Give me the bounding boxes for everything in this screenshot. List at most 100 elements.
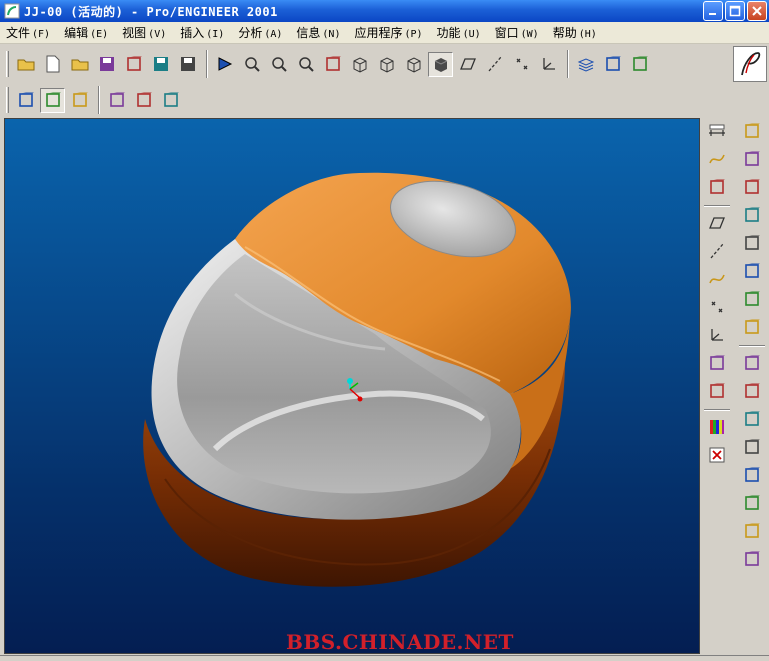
offset-button[interactable] xyxy=(704,378,730,404)
sweep-button[interactable] xyxy=(739,434,765,460)
datum-point-display-button[interactable] xyxy=(509,52,534,77)
spin-center-button[interactable] xyxy=(13,88,38,113)
datum-curve-button[interactable] xyxy=(704,266,730,292)
menu-item-accelerator: (H) xyxy=(578,29,597,40)
save-copy-button[interactable] xyxy=(175,52,200,77)
color-appearance-button[interactable] xyxy=(704,414,730,440)
toolbar-grip[interactable] xyxy=(6,87,9,113)
windows-button[interactable] xyxy=(627,52,652,77)
menu-item-accelerator: (P) xyxy=(404,29,423,40)
sketch-button[interactable] xyxy=(131,88,156,113)
title-bar[interactable]: JJ-00 (活动的) - Pro/ENGINEER 2001 xyxy=(0,0,769,22)
shell-icon xyxy=(744,263,760,278)
no-hidden-icon xyxy=(407,57,420,73)
menu-item[interactable]: 窗口 (W) xyxy=(495,24,539,41)
hole-button[interactable] xyxy=(739,286,765,312)
save-as-window-button[interactable] xyxy=(94,52,119,77)
sketched-curve-button[interactable] xyxy=(704,146,730,172)
toolbar-separator xyxy=(738,345,765,347)
proe-app-icon xyxy=(4,3,20,19)
extrude-button[interactable] xyxy=(739,118,765,144)
new-folder-button[interactable] xyxy=(13,52,38,77)
sketch-tool-button[interactable] xyxy=(704,174,730,200)
pattern-button[interactable] xyxy=(739,546,765,572)
csys-display-icon xyxy=(542,58,555,70)
rib-icon xyxy=(744,151,760,166)
revolve-button[interactable] xyxy=(739,174,765,200)
maximize-button[interactable] xyxy=(725,1,745,21)
measure-button[interactable] xyxy=(704,118,730,144)
cut-icon xyxy=(744,383,760,398)
round-button[interactable] xyxy=(739,230,765,256)
sketched-curve-icon xyxy=(709,154,725,164)
menu-item-label: 编辑 xyxy=(64,26,89,40)
save-button[interactable] xyxy=(148,52,173,77)
shell-button[interactable] xyxy=(739,258,765,284)
menu-item[interactable]: 编辑 (E) xyxy=(64,24,108,41)
feature-button[interactable] xyxy=(104,88,129,113)
copy-icon xyxy=(744,523,760,538)
menu-item-label: 信息 xyxy=(296,26,321,40)
protrusion-icon xyxy=(744,355,760,370)
menu-item-accelerator: (U) xyxy=(462,29,481,40)
repaint-button[interactable] xyxy=(212,52,237,77)
menu-item[interactable]: 信息 (N) xyxy=(296,24,340,41)
datum-axis-display-button[interactable] xyxy=(482,52,507,77)
group-button[interactable] xyxy=(158,88,183,113)
swept-blend-button[interactable] xyxy=(739,462,765,488)
toolbar-grip[interactable] xyxy=(6,51,9,77)
open-button[interactable] xyxy=(67,52,92,77)
menu-item[interactable]: 分析 (A) xyxy=(238,24,282,41)
orient-mode-button[interactable] xyxy=(40,87,65,113)
minimize-button[interactable] xyxy=(703,1,723,21)
zoom-window-button[interactable] xyxy=(239,52,264,77)
menu-item[interactable]: 文件 (F) xyxy=(6,24,50,41)
datum-axis-button[interactable] xyxy=(704,238,730,264)
model-render[interactable] xyxy=(5,119,700,654)
save-icon xyxy=(153,57,168,71)
close-button[interactable] xyxy=(747,1,767,21)
menu-item[interactable]: 帮助 (H) xyxy=(553,24,597,41)
close-window-button[interactable] xyxy=(704,442,730,468)
offset-icon xyxy=(710,383,725,398)
draft-button[interactable] xyxy=(739,202,765,228)
cut-button[interactable] xyxy=(739,378,765,404)
datum-point-icon xyxy=(711,301,723,313)
datum-axis-display-icon xyxy=(488,56,501,72)
model-tree-button[interactable] xyxy=(600,52,625,77)
zoom-out-button[interactable] xyxy=(293,52,318,77)
rib-button[interactable] xyxy=(739,146,765,172)
analysis-button[interactable] xyxy=(704,350,730,376)
zoom-in-button[interactable] xyxy=(266,52,291,77)
no-hidden-button[interactable] xyxy=(401,52,426,77)
protrusion-button[interactable] xyxy=(739,350,765,376)
edit-button[interactable] xyxy=(121,52,146,77)
window-title: JJ-00 (活动的) - Pro/ENGINEER 2001 xyxy=(24,4,278,19)
datum-plane-display-button[interactable] xyxy=(455,52,480,77)
datum-plane-icon xyxy=(709,217,725,229)
new-file-button[interactable] xyxy=(40,52,65,77)
menu-item[interactable]: 应用程序 (P) xyxy=(354,24,422,41)
graphics-viewport[interactable]: BBS.CHINADE.NET xyxy=(4,118,700,654)
menu-item[interactable]: 视图 (V) xyxy=(122,24,166,41)
csys-button[interactable] xyxy=(704,322,730,348)
layers-button[interactable] xyxy=(573,52,598,77)
datum-point-button[interactable] xyxy=(704,294,730,320)
variable-section-sweep-button[interactable] xyxy=(739,490,765,516)
named-view-button[interactable] xyxy=(320,52,345,77)
csys-display-button[interactable] xyxy=(536,52,561,77)
menu-item[interactable]: 功能 (U) xyxy=(437,24,481,41)
hidden-line-button[interactable] xyxy=(374,52,399,77)
menu-item-label: 帮助 xyxy=(552,26,577,40)
main-toolbar xyxy=(0,46,700,82)
blend-button[interactable] xyxy=(739,406,765,432)
wireframe-button[interactable] xyxy=(347,52,372,77)
datum-plane-button[interactable] xyxy=(704,210,730,236)
menu-item[interactable]: 插入 (I) xyxy=(180,24,224,41)
sweep-icon xyxy=(744,439,760,454)
menu-item-label: 分析 xyxy=(238,26,263,40)
shaded-button[interactable] xyxy=(428,51,453,77)
chamfer-button[interactable] xyxy=(739,314,765,340)
copy-button[interactable] xyxy=(739,518,765,544)
query-select-button[interactable] xyxy=(67,88,92,113)
